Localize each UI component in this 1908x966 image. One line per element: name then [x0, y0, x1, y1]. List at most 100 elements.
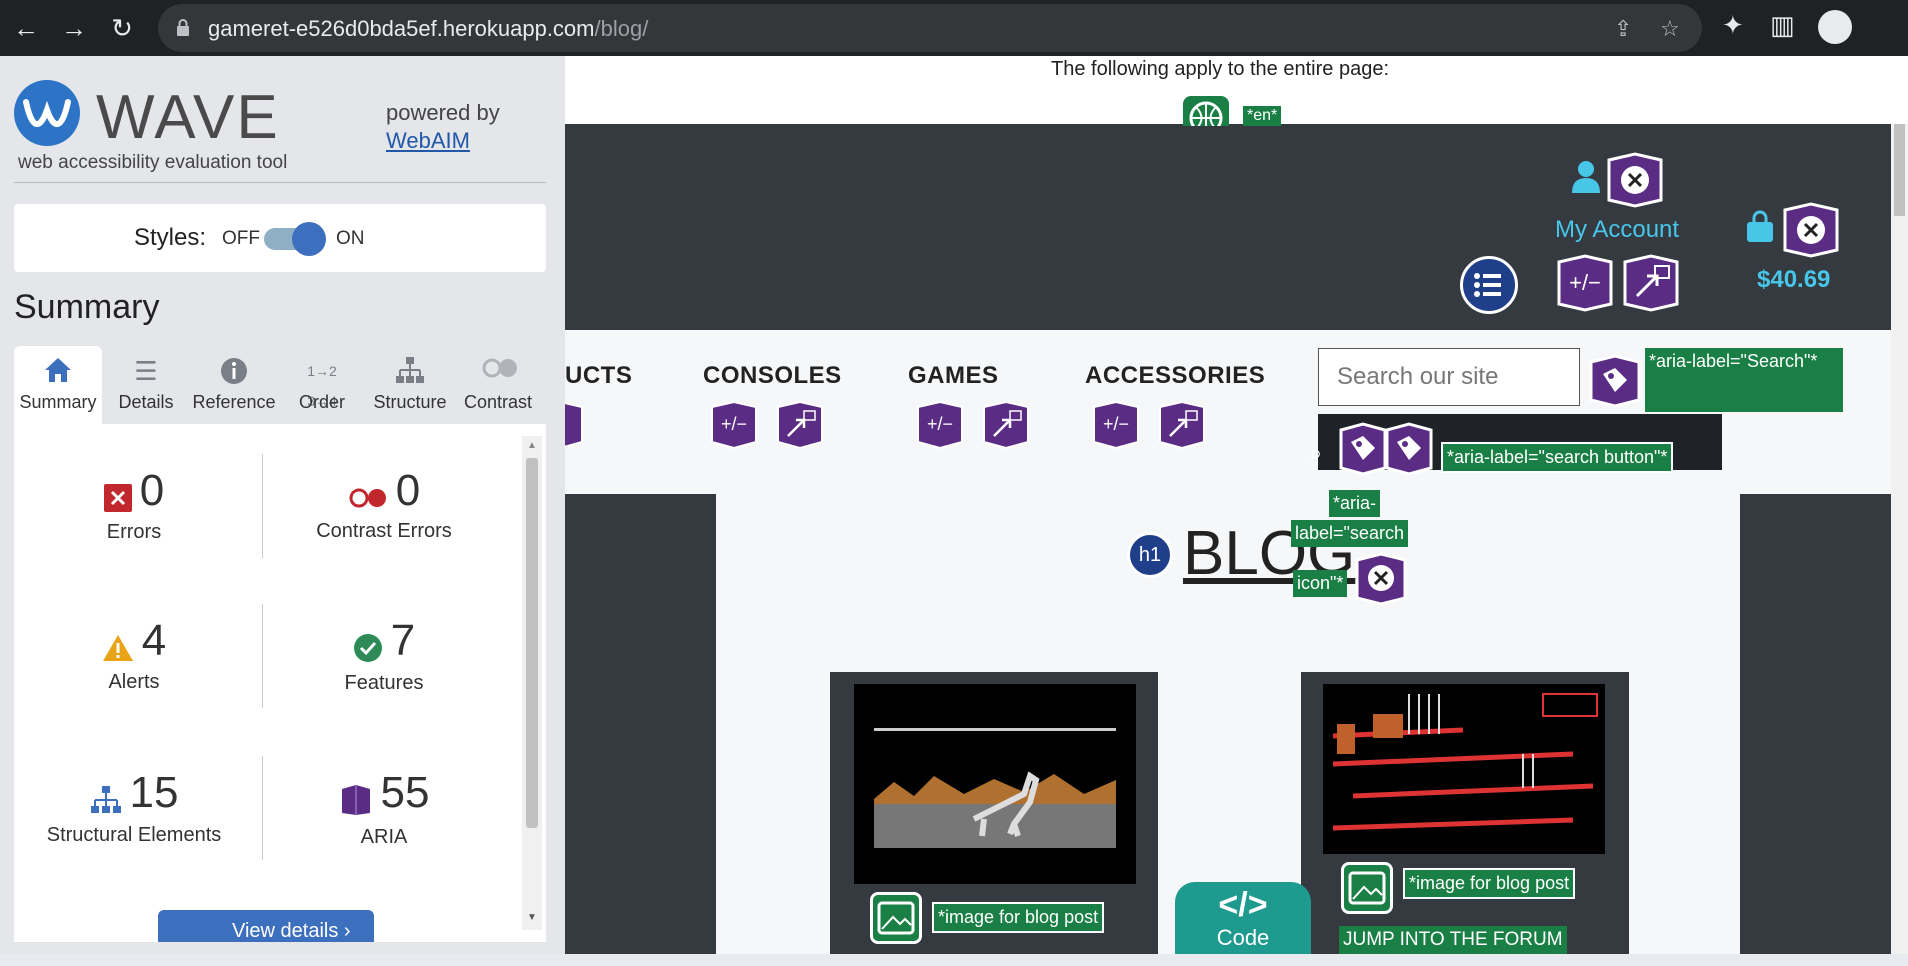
- list-icon: ☰: [134, 356, 158, 386]
- order-icon: 1→2 3→4: [307, 363, 337, 409]
- cart-total[interactable]: $40.69: [1757, 266, 1830, 294]
- aria-popup-icon[interactable]: [565, 400, 583, 456]
- aria-popup-icon[interactable]: [1157, 400, 1205, 456]
- view-details-button[interactable]: View details ›: [158, 910, 374, 942]
- aria-expanded-icon[interactable]: +/−: [915, 400, 963, 456]
- blog-card[interactable]: *image for blog post: [830, 672, 1158, 954]
- wave-subtitle: web accessibility evaluation tool: [18, 152, 288, 173]
- lock-icon: [177, 19, 189, 36]
- tab-structure[interactable]: Structure: [366, 346, 454, 424]
- scroll-up-icon[interactable]: ▲: [527, 440, 537, 451]
- taskbar: [0, 954, 1908, 966]
- h1-structure-icon[interactable]: h1: [1127, 532, 1173, 578]
- address-bar[interactable]: gameret-e526d0bda5ef.herokuapp.com/blog/…: [158, 4, 1702, 52]
- language-feature-icon[interactable]: [1183, 96, 1229, 126]
- aria-label-search-icon-2: label="search: [1291, 520, 1408, 547]
- aria-expanded-icon[interactable]: +/−: [1555, 254, 1613, 312]
- divider: [262, 756, 263, 860]
- styles-label: Styles:: [134, 224, 207, 251]
- contrast-icon: [480, 356, 517, 386]
- browser-toolbar: ← → ↻ gameret-e526d0bda5ef.herokuapp.com…: [0, 0, 1908, 56]
- blog-post-image[interactable]: [854, 684, 1136, 884]
- aria-expanded-icon[interactable]: +/−: [709, 400, 757, 456]
- tab-details[interactable]: ☰ Details: [102, 346, 190, 424]
- account-user-icon[interactable]: [1571, 160, 1601, 199]
- scroll-down-icon[interactable]: ▼: [527, 912, 537, 923]
- aria-label-search: *aria-label="Search"*: [1645, 348, 1843, 412]
- wave-tabs: Summary ☰ Details Reference 1→2 3→4 Orde…: [14, 346, 546, 424]
- page-scrollbar[interactable]: [1891, 124, 1908, 954]
- tab-contrast[interactable]: Contrast: [454, 346, 542, 424]
- tab-summary[interactable]: Summary: [14, 346, 102, 424]
- error-icon: [103, 484, 132, 517]
- wave-title: WAVE: [96, 83, 280, 152]
- aria-label-search-icon-3: icon"*: [1293, 570, 1348, 597]
- code-button[interactable]: </> Code: [1175, 882, 1311, 954]
- url-text: gameret-e526d0bda5ef.herokuapp.com/blog/: [208, 16, 649, 41]
- alerts-stat[interactable]: 4 Alerts: [14, 616, 254, 694]
- alert-icon: [102, 634, 134, 667]
- blog-post-image[interactable]: [1323, 684, 1605, 854]
- image-alt-label: *image for blog post: [932, 902, 1105, 933]
- menu-products[interactable]: UCTS: [565, 362, 632, 390]
- aria-expanded-icon[interactable]: +/−: [1091, 400, 1139, 456]
- tab-reference[interactable]: Reference: [190, 346, 278, 424]
- aria-label-search-icon-1: *aria-: [1329, 490, 1381, 517]
- svg-text:+/−: +/−: [721, 414, 747, 434]
- menu-consoles[interactable]: CONSOLES: [703, 362, 842, 390]
- menu-accessories[interactable]: ACCESSORIES: [1085, 362, 1265, 390]
- aria-hidden-icon[interactable]: [1353, 552, 1407, 608]
- profile-avatar[interactable]: [1818, 10, 1852, 44]
- divider: [14, 182, 546, 183]
- linked-image-icon[interactable]: [870, 892, 922, 944]
- aria-label-icon[interactable]: [1587, 354, 1641, 410]
- aria-hidden-icon[interactable]: [1781, 202, 1839, 258]
- divider: [262, 454, 263, 558]
- webaim-link[interactable]: WebAIM: [386, 128, 470, 154]
- errors-stat[interactable]: 0 Errors: [14, 466, 254, 544]
- tab-order[interactable]: 1→2 3→4 Order: [278, 346, 366, 424]
- page-scroll-thumb[interactable]: [1894, 124, 1905, 216]
- back-icon[interactable]: ←: [8, 10, 44, 46]
- styles-toggle-knob[interactable]: [292, 222, 326, 256]
- search-icon: ⌕: [1309, 440, 1323, 467]
- aria-popup-icon[interactable]: [775, 400, 823, 456]
- aria-hidden-icon[interactable]: [1605, 152, 1663, 208]
- aria-popup-icon[interactable]: [1621, 254, 1679, 312]
- list-structure-icon[interactable]: [1460, 256, 1518, 314]
- linked-image-icon[interactable]: [1341, 862, 1393, 914]
- contrast-errors-stat[interactable]: 0 Contrast Errors: [264, 466, 504, 543]
- search-input[interactable]: Search our site: [1318, 348, 1580, 406]
- aria-label-icon[interactable]: [1337, 422, 1387, 478]
- aria-icon: [339, 783, 373, 822]
- wave-sidebar: WAVE web accessibility evaluation tool p…: [0, 56, 565, 954]
- styles-toggle-box: Styles: OFF ON: [14, 204, 546, 272]
- summary-heading: Summary: [14, 288, 160, 326]
- aria-label-icon[interactable]: [1383, 422, 1433, 478]
- reload-icon[interactable]: ↻: [104, 10, 140, 46]
- panel-scrollbar[interactable]: ▲ ▼: [522, 436, 542, 930]
- side-panel-icon[interactable]: ▥: [1770, 10, 1795, 41]
- share-icon[interactable]: ⇪: [1614, 16, 1632, 42]
- svg-text:+/−: +/−: [927, 414, 953, 434]
- styles-on-label: ON: [336, 228, 365, 249]
- forward-icon[interactable]: →: [56, 10, 92, 46]
- site-header: [565, 124, 1891, 330]
- star-icon[interactable]: ☆: [1660, 16, 1680, 42]
- lang-label: *en*: [1243, 106, 1282, 126]
- features-stat[interactable]: 7 Features: [264, 616, 504, 695]
- extensions-icon[interactable]: ✦: [1722, 10, 1744, 41]
- card-title-link[interactable]: JUMP INTO THE FORUM: [1339, 926, 1567, 954]
- svg-text:+/−: +/−: [1569, 270, 1601, 295]
- my-account-link[interactable]: My Account: [1555, 216, 1679, 244]
- info-icon: [216, 356, 252, 386]
- menu-games[interactable]: GAMES: [908, 362, 999, 390]
- structural-elements-stat[interactable]: 15 Structural Elements: [14, 768, 254, 847]
- aria-stat[interactable]: 55 ARIA: [264, 768, 504, 849]
- divider: [262, 604, 263, 708]
- blog-card[interactable]: *image for blog post JUMP INTO THE FORUM: [1301, 672, 1629, 954]
- aria-popup-icon[interactable]: [981, 400, 1029, 456]
- scroll-thumb[interactable]: [526, 458, 538, 828]
- cart-bag-icon[interactable]: [1745, 210, 1775, 249]
- summary-panel: Summary ☰ Details Reference 1→2 3→4 Orde…: [14, 346, 546, 942]
